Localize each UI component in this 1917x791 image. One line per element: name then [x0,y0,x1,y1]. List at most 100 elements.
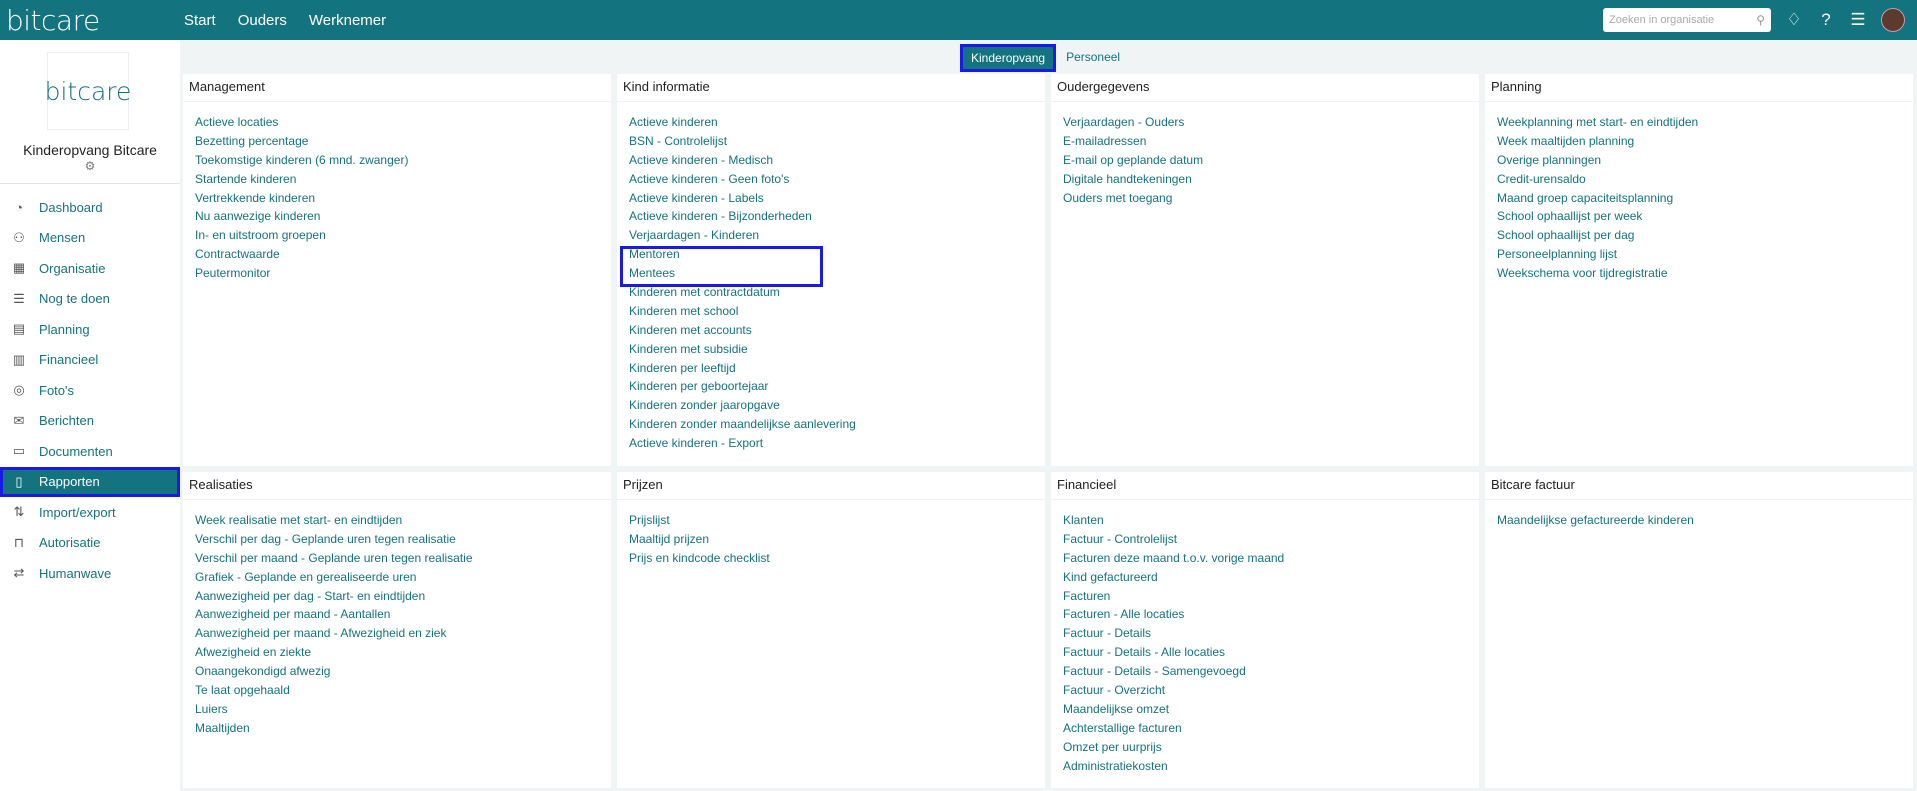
report-link[interactable]: Actieve kinderen [629,113,1045,132]
nav-ouders[interactable]: Ouders [238,12,287,29]
report-link[interactable]: Verjaardagen - Kinderen [629,226,1045,245]
report-link[interactable]: Kinderen zonder jaaropgave [629,396,1045,415]
report-link[interactable]: In- en uitstroom groepen [195,226,611,245]
report-link[interactable]: Kind gefactureerd [1063,568,1479,587]
report-link[interactable]: Actieve locaties [195,113,611,132]
report-link[interactable]: Kinderen per leeftijd [629,359,1045,378]
report-link[interactable]: Bezetting percentage [195,132,611,151]
report-link[interactable]: Achterstallige facturen [1063,719,1479,738]
tab-kinderopvang[interactable]: Kinderopvang [960,44,1057,72]
report-link[interactable]: School ophaallijst per dag [1497,226,1913,245]
sidebar-item-documenten[interactable]: ▭ Documenten [0,436,180,467]
report-icon: ▯ [15,473,23,489]
report-link[interactable]: Contractwaarde [195,245,611,264]
report-link[interactable]: Week maaltijden planning [1497,132,1913,151]
sidebar-item-dashboard[interactable]: ◔ Dashboard [0,192,180,223]
messages-icon: ✉ [13,412,25,428]
report-link[interactable]: Digitale handtekeningen [1063,170,1479,189]
top-right-tools: Zoeken in organisatie ⚲ ♢ ? ☰ [1603,8,1905,32]
report-link[interactable]: Grafiek - Geplande en gerealiseerde uren [195,568,611,587]
report-link[interactable]: Klanten [1063,511,1479,530]
report-link[interactable]: Factuur - Overzicht [1063,681,1479,700]
report-link[interactable]: Facturen - Alle locaties [1063,605,1479,624]
report-link[interactable]: Aanwezigheid per maand - Afwezigheid en … [195,624,611,643]
report-link[interactable]: Kinderen met school [629,302,1045,321]
sidebar-item-mensen[interactable]: ⚇ Mensen [0,223,180,254]
graduation-icon[interactable]: ☰ [1849,10,1867,30]
report-link[interactable]: Facturen [1063,587,1479,606]
report-link[interactable]: School ophaallijst per week [1497,207,1913,226]
report-link[interactable]: Maand groep capaciteitsplanning [1497,189,1913,208]
report-link[interactable]: Week realisatie met start- en eindtijden [195,511,611,530]
report-link[interactable]: Weekplanning met start- en eindtijden [1497,113,1913,132]
report-link[interactable]: Aanwezigheid per dag - Start- en eindtij… [195,587,611,606]
sidebar-item-nog-te-doen[interactable]: ☰ Nog te doen [0,284,180,315]
report-link[interactable]: Actieve kinderen - Labels [629,189,1045,208]
report-link[interactable]: Afwezigheid en ziekte [195,643,611,662]
report-link[interactable]: Ouders met toegang [1063,189,1479,208]
report-link[interactable]: Kinderen met subsidie [629,340,1045,359]
sidebar-item-humanwave[interactable]: ⇄ Humanwave [0,558,180,589]
report-link[interactable]: Te laat opgehaald [195,681,611,700]
app-logo[interactable]: bitcare [6,4,180,37]
report-link[interactable]: Verschil per dag - Geplande uren tegen r… [195,530,611,549]
report-link[interactable]: Vertrekkende kinderen [195,189,611,208]
report-link[interactable]: E-mail op geplande datum [1063,151,1479,170]
sidebar-item-berichten[interactable]: ✉ Berichten [0,406,180,437]
report-link[interactable]: Credit-urensaldo [1497,170,1913,189]
report-link[interactable]: Kinderen met accounts [629,321,1045,340]
report-link[interactable]: Maandelijkse gefactureerde kinderen [1497,511,1913,530]
report-link[interactable]: Facturen deze maand t.o.v. vorige maand [1063,549,1479,568]
report-link[interactable]: Actieve kinderen - Geen foto's [629,170,1045,189]
panel-title: Management [183,74,611,102]
report-link[interactable]: Onaangekondigd afwezig [195,662,611,681]
report-link[interactable]: Factuur - Details [1063,624,1479,643]
report-link[interactable]: Actieve kinderen - Medisch [629,151,1045,170]
report-link[interactable]: Peutermonitor [195,264,611,283]
report-link[interactable]: Administratiekosten [1063,757,1479,776]
report-link[interactable]: Actieve kinderen - Export [629,434,1045,453]
report-link[interactable]: Omzet per uurprijs [1063,738,1479,757]
search-icon: ⚲ [1756,13,1765,27]
sidebar-item-organisatie[interactable]: ▦ Organisatie [0,253,180,284]
report-link[interactable]: Kinderen per geboortejaar [629,377,1045,396]
report-link[interactable]: Nu aanwezige kinderen [195,207,611,226]
report-link[interactable]: Actieve kinderen - Bijzonderheden [629,207,1045,226]
bell-icon[interactable]: ♢ [1785,10,1803,30]
help-icon[interactable]: ? [1817,10,1835,30]
panel-links: Verjaardagen - Ouders E-mailadressen E-mai… [1051,102,1479,207]
search-input[interactable]: Zoeken in organisatie ⚲ [1603,8,1771,32]
report-link[interactable]: Verjaardagen - Ouders [1063,113,1479,132]
report-link[interactable]: Toekomstige kinderen (6 mnd. zwanger) [195,151,611,170]
report-link[interactable]: Overige planningen [1497,151,1913,170]
report-link[interactable]: Factuur - Controlelijst [1063,530,1479,549]
report-link[interactable]: Maaltijden [195,719,611,738]
sidebar-item-financieel[interactable]: ▥ Financieel [0,345,180,376]
report-link[interactable]: Factuur - Details - Alle locaties [1063,643,1479,662]
report-link[interactable]: Prijs en kindcode checklist [629,549,1045,568]
nav-werknemer[interactable]: Werknemer [309,12,386,29]
sidebar-item-autorisatie[interactable]: ⊓ Autorisatie [0,528,180,559]
tab-personeel[interactable]: Personeel [1056,44,1130,72]
report-link[interactable]: Maandelijkse omzet [1063,700,1479,719]
report-link[interactable]: Kinderen zonder maandelijkse aanlevering [629,415,1045,434]
gear-icon[interactable]: ⚙ [0,159,180,173]
report-link[interactable]: Verschil per maand - Geplande uren tegen… [195,549,611,568]
report-link[interactable]: Maaltijd prijzen [629,530,1045,549]
avatar[interactable] [1881,8,1905,32]
sidebar-item-import-export[interactable]: ⇅ Import/export [0,497,180,528]
report-link[interactable]: Startende kinderen [195,170,611,189]
report-link[interactable]: Prijslijst [629,511,1045,530]
sidebar-item-foto-s[interactable]: ◎ Foto's [0,375,180,406]
report-link[interactable]: Weekschema voor tijdregistratie [1497,264,1913,283]
sidebar-item-planning[interactable]: ▤ Planning [0,314,180,345]
report-link[interactable]: Aanwezigheid per maand - Aantallen [195,605,611,624]
nav-start[interactable]: Start [184,12,216,29]
report-link[interactable]: BSN - Controlelijst [629,132,1045,151]
sidebar-divider [0,183,180,184]
report-link[interactable]: Personeelplanning lijst [1497,245,1913,264]
report-link[interactable]: E-mailadressen [1063,132,1479,151]
sidebar-item-rapporten[interactable]: ▯ Rapporten [0,466,180,497]
report-link[interactable]: Factuur - Details - Samengevoegd [1063,662,1479,681]
report-link[interactable]: Luiers [195,700,611,719]
